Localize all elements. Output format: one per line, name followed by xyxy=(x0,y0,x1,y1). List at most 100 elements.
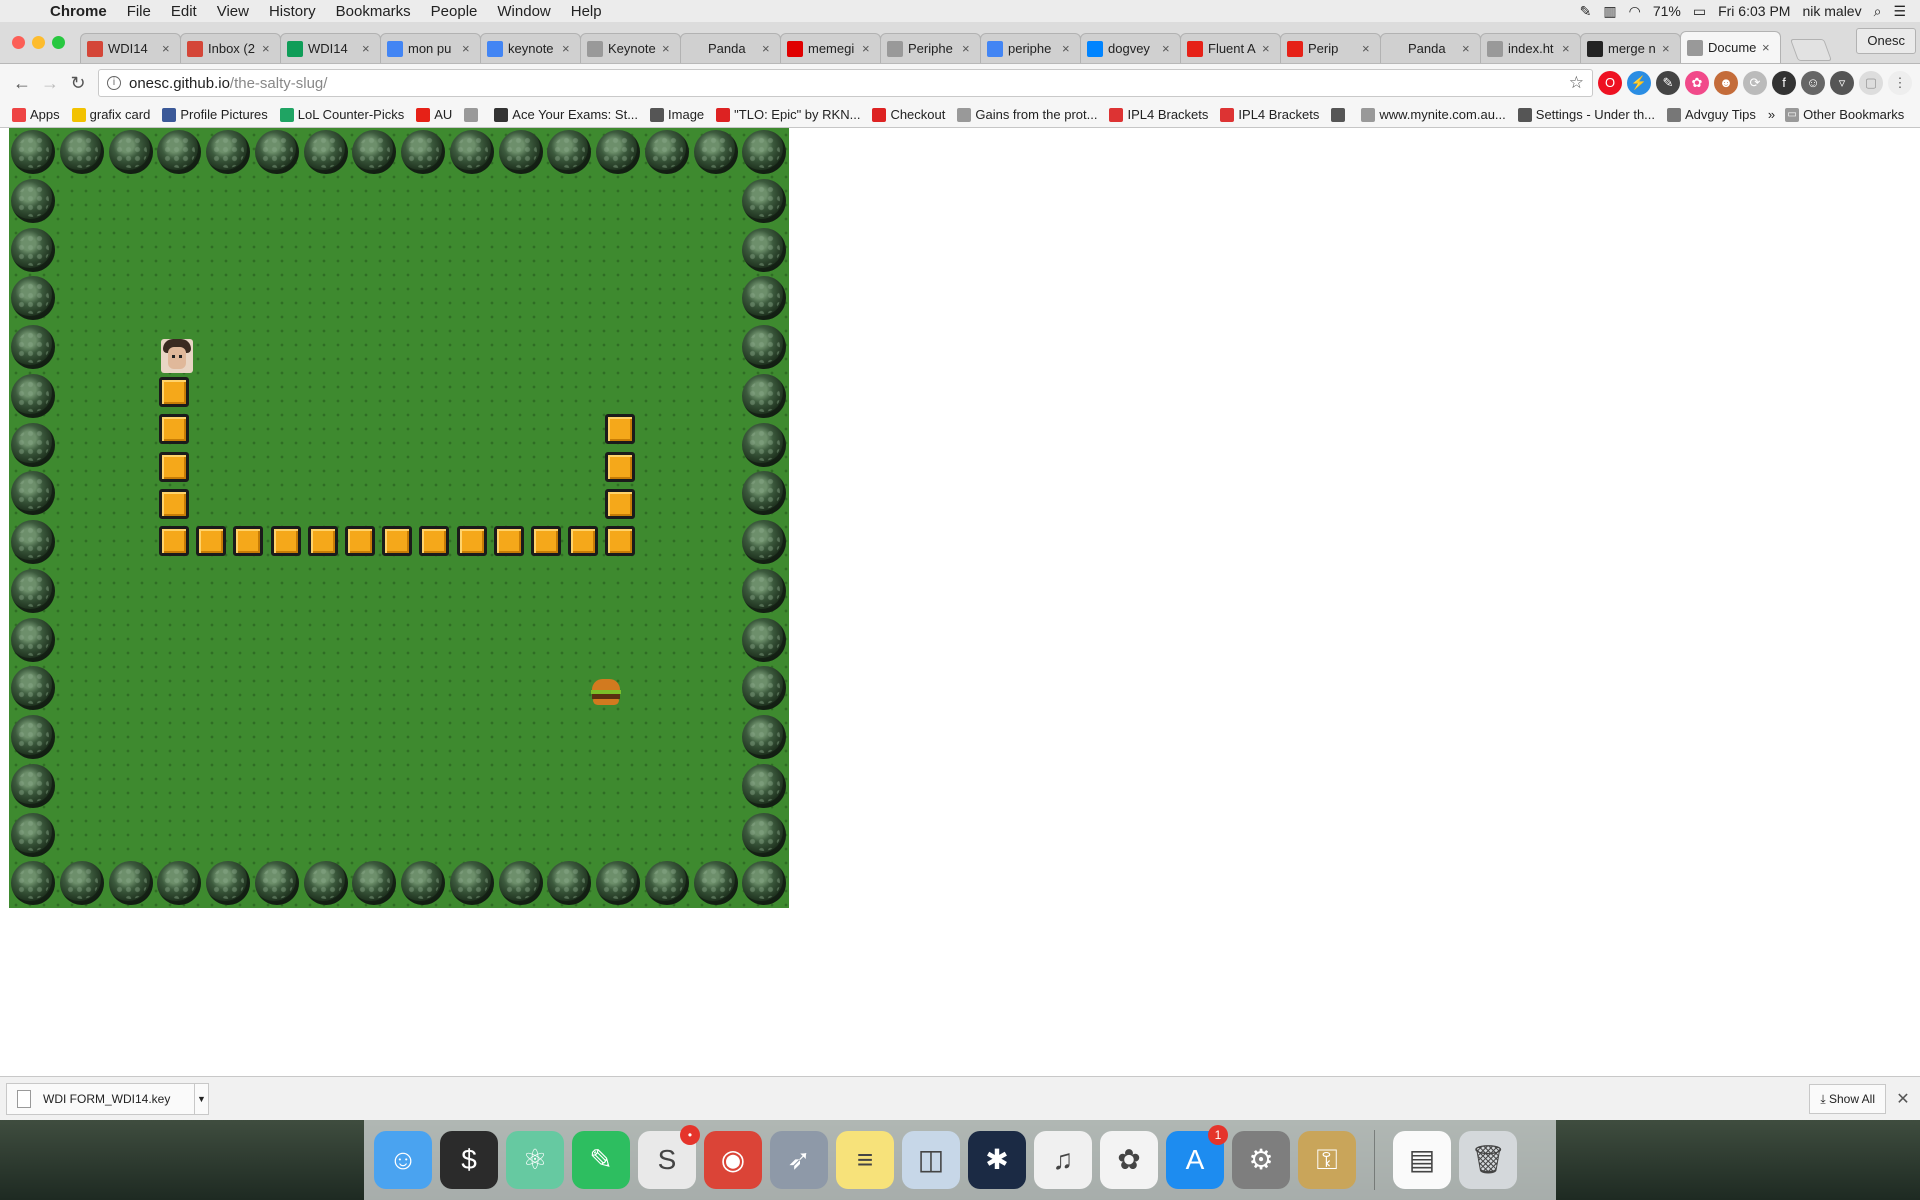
slack-icon[interactable]: S • xyxy=(638,1125,700,1189)
bookmark-star-icon[interactable]: ☆ xyxy=(1569,73,1584,93)
tab-5[interactable]: Keynote × xyxy=(580,33,681,63)
tab-11[interactable]: Fluent A × xyxy=(1180,33,1281,63)
tab-close-icon[interactable]: × xyxy=(862,41,874,56)
tab-12[interactable]: Perip × xyxy=(1280,33,1381,63)
bookmark-9[interactable]: Checkout xyxy=(872,107,945,122)
site-info-icon[interactable]: i xyxy=(107,76,121,90)
tab-14[interactable]: index.ht × xyxy=(1480,33,1581,63)
tab-close-icon[interactable]: × xyxy=(1262,41,1274,56)
tab-9[interactable]: periphe × xyxy=(980,33,1081,63)
chrome-menu-icon[interactable]: ⋮ xyxy=(1888,71,1912,95)
download-options-chevron-icon[interactable]: ▼ xyxy=(194,1083,208,1114)
tab-15[interactable]: merge n × xyxy=(1580,33,1681,63)
close-download-shelf-icon[interactable]: ✕ xyxy=(1886,1089,1920,1109)
tab-close-icon[interactable]: × xyxy=(1662,41,1674,56)
tab-3[interactable]: mon pu × xyxy=(380,33,481,63)
preview-icon[interactable]: ◫ xyxy=(902,1131,960,1189)
notification-center-icon[interactable]: ☰ xyxy=(1893,3,1906,20)
tab-16[interactable]: Docume × xyxy=(1680,31,1781,63)
tab-close-icon[interactable]: × xyxy=(462,41,474,56)
tab-close-icon[interactable]: × xyxy=(1562,41,1574,56)
battery-percent[interactable]: 71% xyxy=(1653,3,1681,19)
bookmark-14[interactable]: www.mynite.com.au... xyxy=(1361,107,1506,122)
other-bookmarks[interactable]: ▭ Other Bookmarks xyxy=(1785,107,1904,122)
address-bar[interactable]: i onesc.github.io/the-salty-slug/ ☆ xyxy=(98,69,1593,97)
messenger-extension-icon[interactable]: ⚡ xyxy=(1627,71,1651,95)
document-stack-icon[interactable]: ▤ xyxy=(1393,1131,1451,1189)
stats-status-icon[interactable]: ▥ xyxy=(1603,3,1616,20)
show-all-downloads-button[interactable]: ⤓ Show All xyxy=(1809,1083,1886,1114)
bookmark-0[interactable]: Apps xyxy=(12,107,60,122)
spotlight-search-icon[interactable]: ⌕ xyxy=(1874,3,1882,20)
bookmark-6[interactable]: Ace Your Exams: St... xyxy=(494,107,638,122)
menu-bookmarks[interactable]: Bookmarks xyxy=(326,3,421,20)
download-item[interactable]: WDI FORM_WDI14.key ▼ xyxy=(6,1082,209,1115)
tab-close-icon[interactable]: × xyxy=(162,41,174,56)
game-board[interactable] xyxy=(9,128,789,908)
tab-13[interactable]: Panda × xyxy=(1380,33,1481,63)
window-minimize-button[interactable] xyxy=(32,36,45,49)
battlenet-icon[interactable]: ✱ xyxy=(968,1131,1026,1189)
tab-0[interactable]: WDI14 × xyxy=(80,33,181,63)
tab-6[interactable]: Panda × xyxy=(680,33,781,63)
launchpad-icon[interactable]: ➶ xyxy=(770,1131,828,1189)
notes-icon[interactable]: ≡ xyxy=(836,1131,894,1189)
bookmark-2[interactable]: Profile Pictures xyxy=(162,107,268,122)
menu-help[interactable]: Help xyxy=(561,3,612,20)
menu-people[interactable]: People xyxy=(421,3,488,20)
bookmark-15[interactable]: Settings - Under th... xyxy=(1517,107,1655,122)
tab-close-icon[interactable]: × xyxy=(1762,40,1774,55)
tab-2[interactable]: WDI14 × xyxy=(280,33,381,63)
tab-close-icon[interactable]: × xyxy=(762,41,774,56)
tab-10[interactable]: dogvey × xyxy=(1080,33,1181,63)
reload-button[interactable]: ↻ xyxy=(64,69,92,97)
wifi-icon[interactable]: ◠ xyxy=(1629,3,1641,20)
bookmark-5[interactable] xyxy=(464,107,482,122)
menu-app-name[interactable]: Chrome xyxy=(40,3,117,20)
terminal-icon[interactable]: $ xyxy=(440,1131,498,1189)
tab-close-icon[interactable]: × xyxy=(662,41,674,56)
atom-icon[interactable]: ⚛ xyxy=(506,1131,564,1189)
user-name[interactable]: nik malev xyxy=(1802,3,1861,19)
tab-7[interactable]: memegi × xyxy=(780,33,881,63)
tab-close-icon[interactable]: × xyxy=(962,41,974,56)
tab-close-icon[interactable]: × xyxy=(1462,41,1474,56)
bookmark-4[interactable]: AU xyxy=(416,107,452,122)
finder-icon[interactable]: ☺ xyxy=(374,1131,432,1189)
blank-extension-icon[interactable]: ▢ xyxy=(1859,71,1883,95)
profile-button[interactable]: Onesc xyxy=(1856,28,1916,54)
disabled-extension-icon[interactable]: ⟳ xyxy=(1743,71,1767,95)
bookmark-12[interactable]: IPL4 Brackets xyxy=(1220,107,1319,122)
tab-1[interactable]: Inbox (2 × xyxy=(180,33,281,63)
tab-8[interactable]: Periphe × xyxy=(880,33,981,63)
chrome-icon[interactable]: ◉ xyxy=(704,1131,762,1189)
bookmark-11[interactable]: IPL4 Brackets xyxy=(1109,107,1208,122)
bookmark-3[interactable]: LoL Counter-Picks xyxy=(279,107,404,122)
menu-window[interactable]: Window xyxy=(487,3,560,20)
trash-icon[interactable]: 🗑 xyxy=(1459,1131,1517,1189)
bookmark-13[interactable] xyxy=(1331,107,1349,122)
pocket-extension-icon[interactable]: ▿ xyxy=(1830,71,1854,95)
more-bookmarks-chevron-icon[interactable]: » xyxy=(1768,107,1775,122)
window-close-button[interactable] xyxy=(12,36,25,49)
evernote-icon[interactable]: ✎ xyxy=(572,1131,630,1189)
tab-close-icon[interactable]: × xyxy=(1362,41,1374,56)
tab-close-icon[interactable]: × xyxy=(362,41,374,56)
tab-close-icon[interactable]: × xyxy=(262,41,274,56)
bookmark-10[interactable]: Gains from the prot... xyxy=(957,107,1097,122)
menu-file[interactable]: File xyxy=(117,3,161,20)
bookmark-7[interactable]: Image xyxy=(650,107,704,122)
system-preferences-icon[interactable]: ⚙ xyxy=(1232,1131,1290,1189)
clock[interactable]: Fri 6:03 PM xyxy=(1718,3,1790,19)
new-tab-button[interactable] xyxy=(1789,39,1833,61)
avatar-extension-icon[interactable]: ☻ xyxy=(1714,71,1738,95)
menu-history[interactable]: History xyxy=(259,3,326,20)
back-button[interactable]: ← xyxy=(8,69,36,97)
battery-icon[interactable]: ▭ xyxy=(1693,3,1706,20)
color-extension-icon[interactable]: ✿ xyxy=(1685,71,1709,95)
itunes-icon[interactable]: ♫ xyxy=(1034,1131,1092,1189)
bookmark-16[interactable]: Advguy Tips xyxy=(1667,107,1756,122)
app-store-icon[interactable]: A1 xyxy=(1166,1125,1228,1189)
opera-extension-icon[interactable]: O xyxy=(1598,71,1622,95)
evernote-status-icon[interactable]: ✎ xyxy=(1580,3,1592,20)
